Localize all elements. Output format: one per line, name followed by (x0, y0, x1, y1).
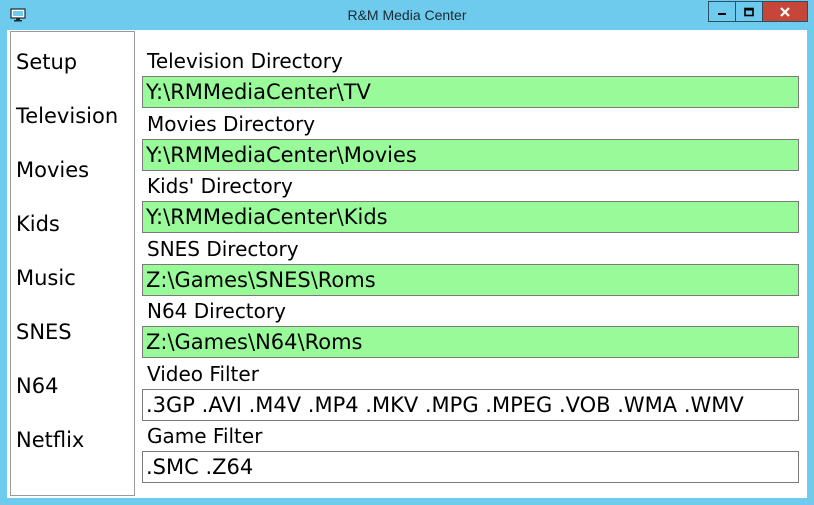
minimize-icon (718, 12, 726, 15)
sidebar: Setup Television Movies Kids Music SNES … (10, 31, 135, 496)
minimize-button[interactable] (708, 1, 735, 22)
sidebar-item-television[interactable]: Television (16, 104, 118, 128)
window-title: R&M Media Center (347, 7, 467, 23)
n64-directory-field[interactable]: Z:\Games\N64\Roms (142, 326, 799, 358)
n64-directory-label: N64 Directory (147, 299, 286, 323)
snes-directory-field[interactable]: Z:\Games\SNES\Roms (142, 264, 799, 296)
window-body: Setup Television Movies Kids Music SNES … (7, 30, 807, 498)
maximize-button[interactable] (735, 1, 762, 22)
video-filter-field[interactable]: .3GP .AVI .M4V .MP4 .MKV .MPG .MPEG .VOB… (142, 389, 799, 421)
kids-directory-label: Kids' Directory (147, 174, 293, 198)
tv-directory-label: Television Directory (147, 49, 343, 73)
snes-directory-label: SNES Directory (147, 237, 299, 261)
maximize-icon (744, 7, 754, 16)
movies-directory-label: Movies Directory (147, 112, 316, 136)
sidebar-item-music[interactable]: Music (16, 266, 76, 290)
game-filter-label: Game Filter (147, 424, 263, 448)
kids-directory-field[interactable]: Y:\RMMediaCenter\Kids (142, 201, 799, 233)
sidebar-item-setup[interactable]: Setup (16, 50, 77, 74)
title-bar[interactable]: R&M Media Center (0, 0, 814, 30)
video-filter-label: Video Filter (147, 362, 259, 386)
game-filter-field[interactable]: .SMC .Z64 (142, 451, 799, 483)
sidebar-item-netflix[interactable]: Netflix (16, 428, 84, 452)
close-button[interactable] (762, 1, 808, 22)
movies-directory-field[interactable]: Y:\RMMediaCenter\Movies (142, 139, 799, 171)
tv-directory-field[interactable]: Y:\RMMediaCenter\TV (142, 76, 799, 108)
sidebar-item-snes[interactable]: SNES (16, 320, 72, 344)
sidebar-item-movies[interactable]: Movies (16, 158, 89, 182)
sidebar-item-kids[interactable]: Kids (16, 212, 60, 236)
sidebar-item-n64[interactable]: N64 (16, 374, 58, 398)
close-icon (780, 6, 790, 17)
